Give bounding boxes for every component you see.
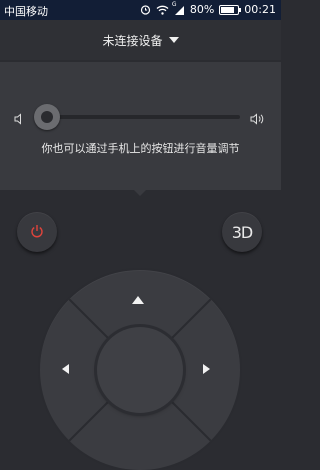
- power-button[interactable]: [17, 212, 57, 252]
- clock-time: 00:21: [244, 3, 276, 16]
- 3d-button-label: 3D: [231, 222, 253, 242]
- dpad-left-button[interactable]: [62, 364, 69, 374]
- carrier-name: 中国移动: [4, 5, 48, 18]
- signal-icon: G: [172, 1, 185, 15]
- status-bar: 中国移动 G 80% 00:21: [0, 0, 281, 20]
- volume-panel: 你也可以通过手机上的按钮进行音量调节: [0, 62, 281, 190]
- dpad-up-button[interactable]: [132, 296, 144, 304]
- panel-notch: [134, 190, 146, 196]
- dpad-right-button[interactable]: [203, 364, 210, 374]
- device-selector[interactable]: 未连接设备: [0, 20, 281, 60]
- power-icon: [30, 223, 44, 242]
- wifi-icon: [156, 5, 169, 15]
- volume-low-icon[interactable]: [14, 110, 26, 129]
- volume-slider-track[interactable]: [38, 115, 240, 119]
- caret-down-icon: [168, 37, 179, 43]
- signal-badge: G: [171, 0, 177, 8]
- volume-high-icon[interactable]: [250, 110, 266, 129]
- dpad: [40, 270, 240, 470]
- dpad-ok-button[interactable]: [97, 327, 183, 413]
- battery-icon: [219, 4, 242, 15]
- device-selector-label: 未连接设备: [102, 33, 163, 48]
- battery-fill: [221, 6, 235, 13]
- volume-slider-thumb[interactable]: [34, 104, 60, 130]
- battery-percent: 80%: [189, 3, 215, 16]
- status-icons: G 80% 00:21: [140, 1, 276, 16]
- volume-hint-text: 你也可以通过手机上的按钮进行音量调节: [41, 142, 240, 155]
- alarm-icon: [140, 4, 151, 15]
- 3d-button[interactable]: 3D: [222, 212, 262, 252]
